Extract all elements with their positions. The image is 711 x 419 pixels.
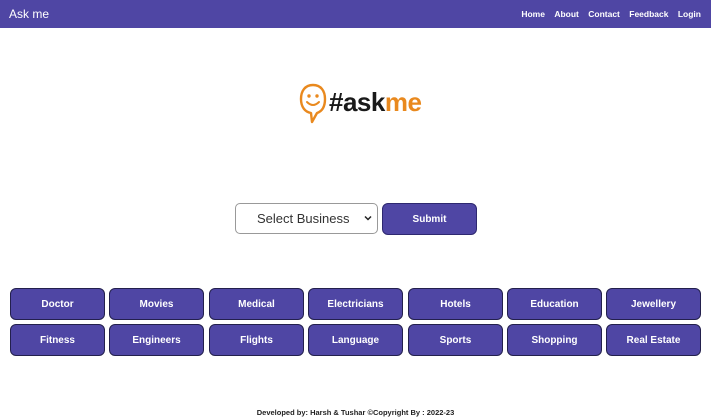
nav-feedback-link[interactable]: Feedback [629, 9, 668, 19]
business-select[interactable]: Select Business [235, 203, 378, 234]
category-button-flights[interactable]: Flights [209, 324, 304, 356]
category-button-doctor[interactable]: Doctor [10, 288, 105, 320]
logo-hash-text: #ask [329, 87, 385, 117]
category-button-education[interactable]: Education [507, 288, 602, 320]
nav-links: Home About Contact Feedback Login [514, 9, 701, 19]
category-button-fitness[interactable]: Fitness [10, 324, 105, 356]
category-button-jewellery[interactable]: Jewellery [606, 288, 701, 320]
category-button-medical[interactable]: Medical [209, 288, 304, 320]
brand-link[interactable]: Ask me [9, 7, 49, 21]
category-button-hotels[interactable]: Hotels [408, 288, 503, 320]
logo-accent-text: me [384, 87, 422, 117]
category-button-shopping[interactable]: Shopping [507, 324, 602, 356]
smiley-chat-icon [299, 83, 327, 124]
category-button-real-estate[interactable]: Real Estate [606, 324, 701, 356]
nav-contact-link[interactable]: Contact [588, 9, 620, 19]
category-button-sports[interactable]: Sports [408, 324, 503, 356]
chevron-down-icon [364, 215, 372, 221]
logo: #askme [299, 83, 422, 127]
footer-text: Developed by: Harsh & Tushar ©Copyright … [256, 408, 455, 417]
category-button-electricians[interactable]: Electricians [308, 288, 403, 320]
category-button-language[interactable]: Language [308, 324, 403, 356]
nav-home-link[interactable]: Home [521, 9, 545, 19]
logo-text: #askme [329, 86, 422, 118]
nav-login-link[interactable]: Login [678, 9, 701, 19]
business-select-value: Select Business [257, 211, 350, 226]
submit-button[interactable]: Submit [382, 203, 477, 235]
category-button-engineers[interactable]: Engineers [109, 324, 204, 356]
category-button-movies[interactable]: Movies [109, 288, 204, 320]
nav-about-link[interactable]: About [554, 9, 579, 19]
navbar: Ask me Home About Contact Feedback Login [0, 0, 711, 28]
